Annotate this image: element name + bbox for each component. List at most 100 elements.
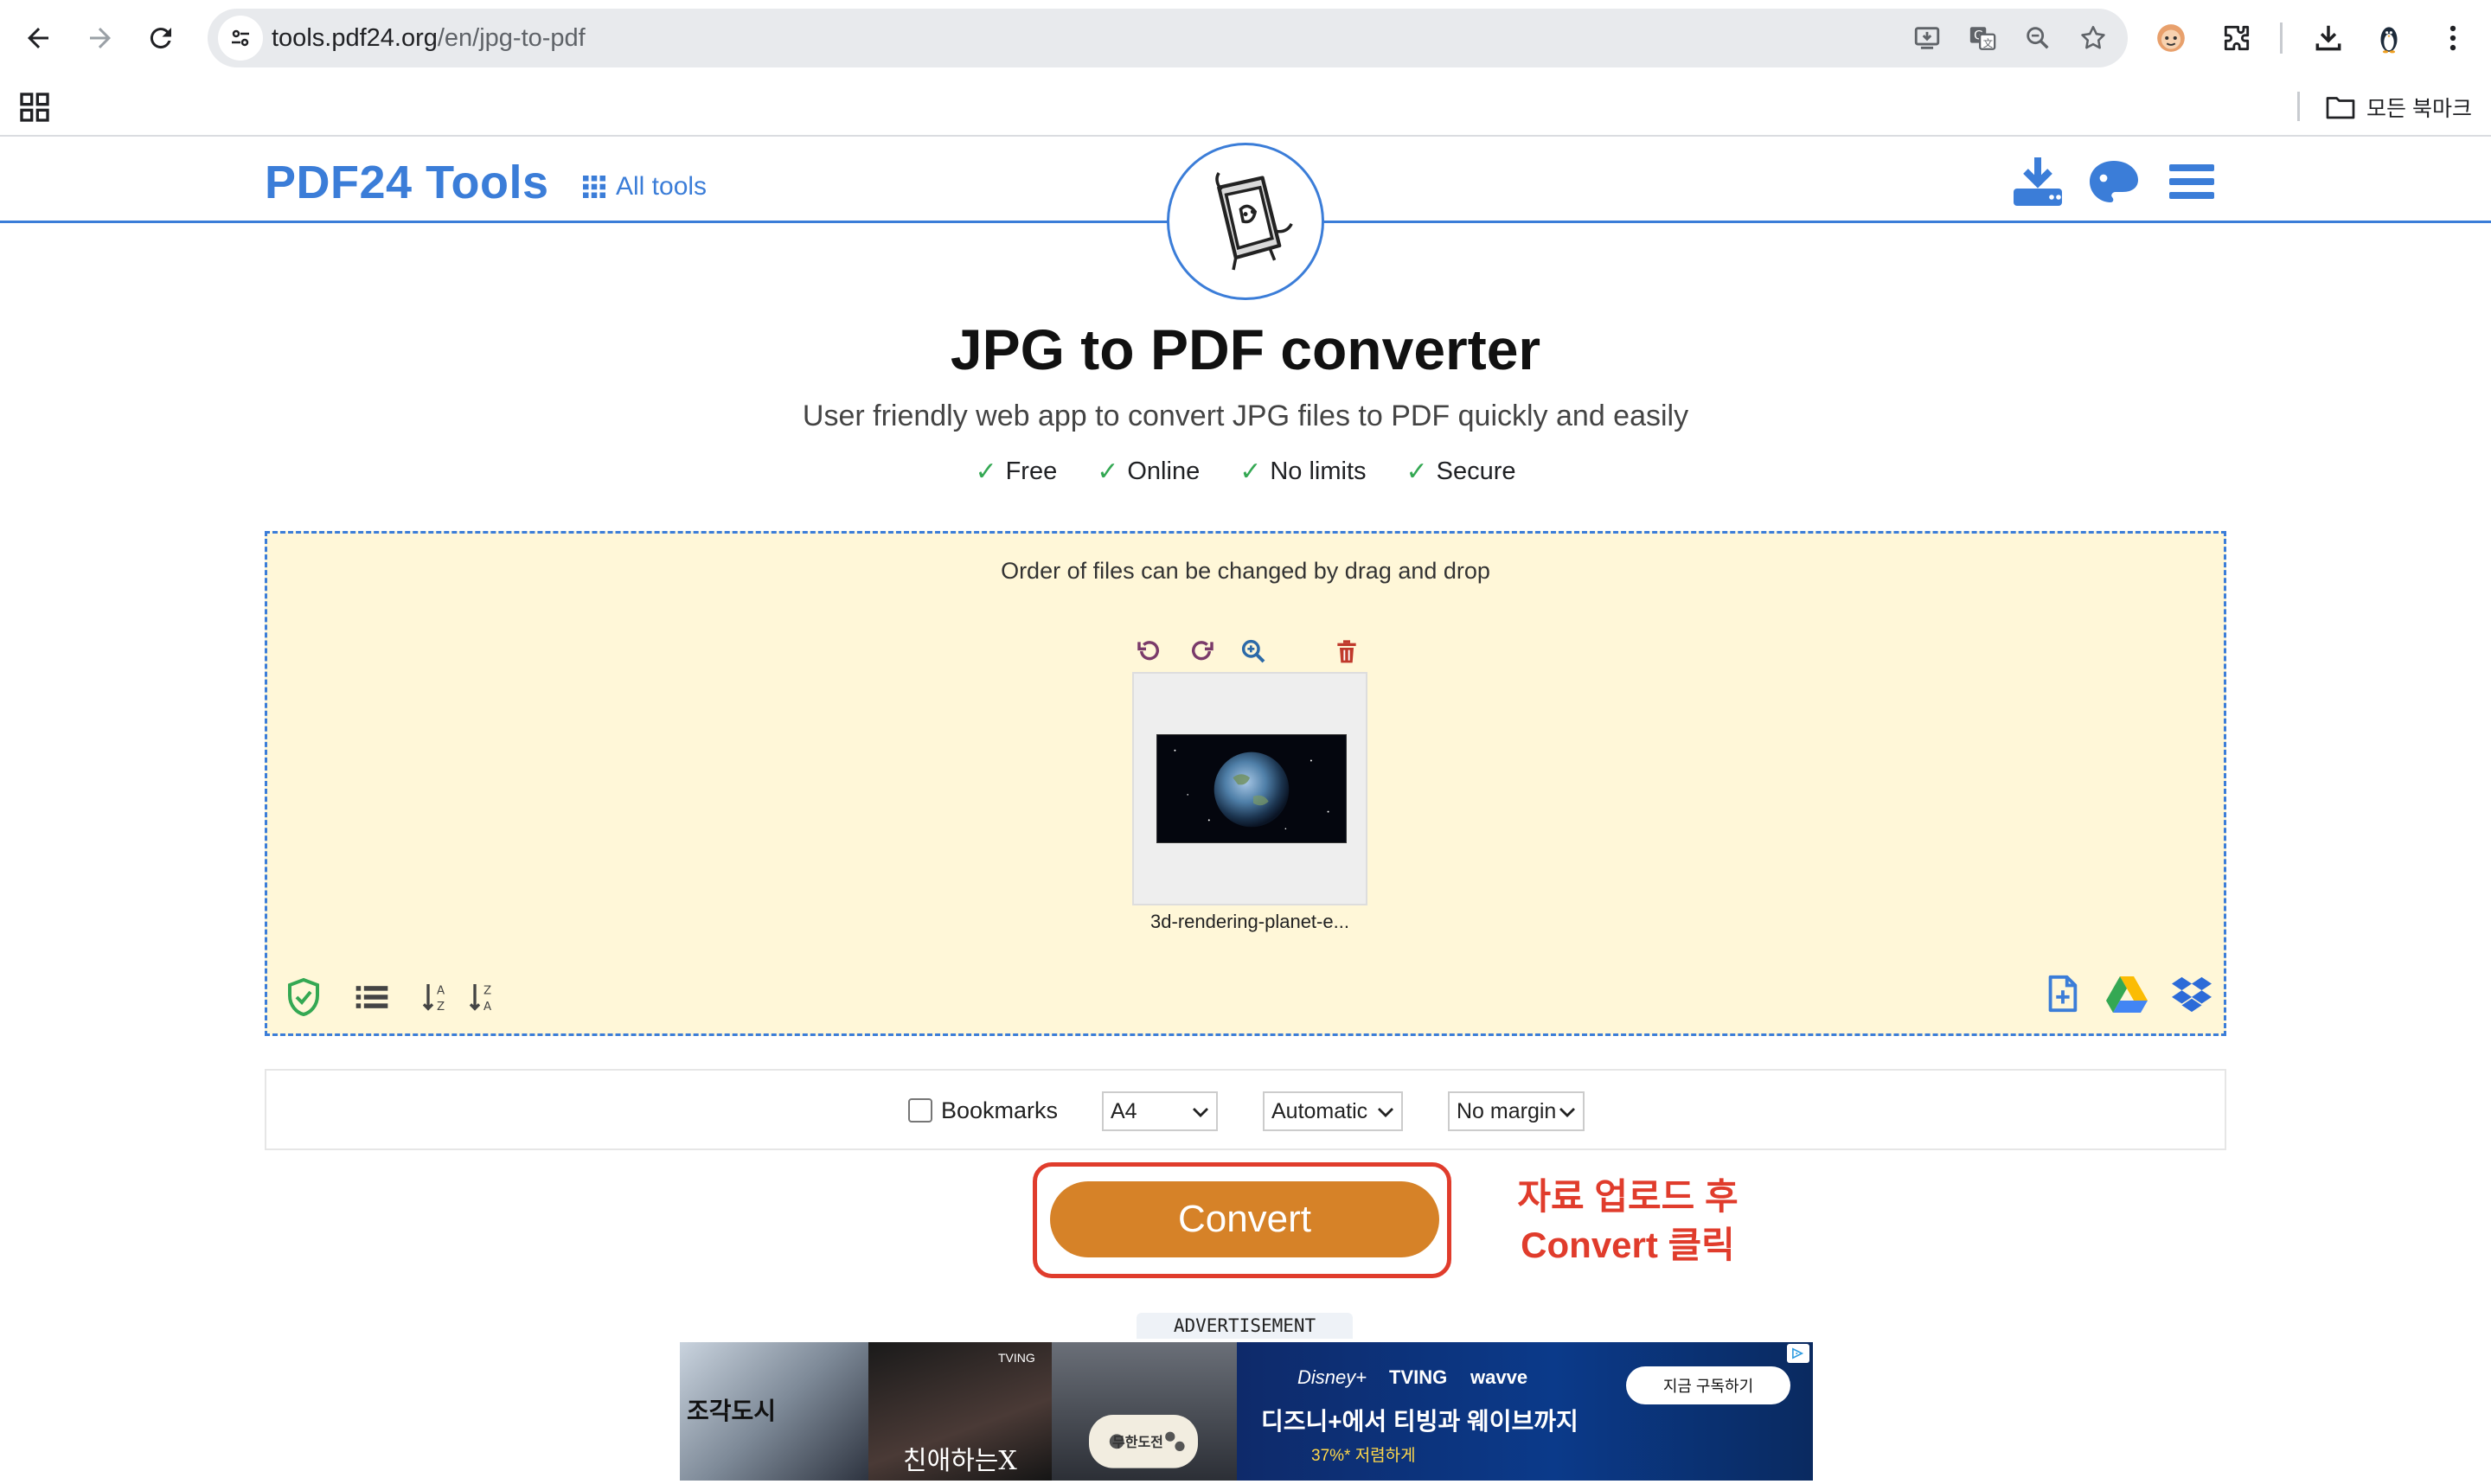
rotate-left-button[interactable]	[1134, 636, 1165, 667]
pdf-mascot-icon	[1215, 172, 1293, 271]
extension-monkey-button[interactable]	[2148, 16, 2193, 61]
google-drive-button[interactable]	[2106, 975, 2148, 1013]
profile-button[interactable]	[2366, 16, 2411, 61]
ad-p1-title: 조각도시	[687, 1398, 777, 1424]
folder-icon	[2326, 97, 2355, 119]
ad-panel-3: 무한도전	[1052, 1342, 1237, 1481]
puzzle-icon	[2224, 25, 2250, 51]
all-bookmarks-folder[interactable]: 모든 북마크	[2325, 88, 2472, 126]
file-thumbnail	[1156, 734, 1347, 843]
annotation-line-2: Convert 클릭	[1521, 1225, 1735, 1265]
mascot-logo[interactable]	[1167, 143, 1324, 300]
ad-subscribe-button[interactable]: 지금 구독하기	[1626, 1366, 1790, 1404]
rotate-left-icon	[1137, 641, 1160, 661]
feature-list: ✓ Free ✓ Online ✓ No limits ✓ Secure	[0, 457, 2491, 487]
margin-select[interactable]: No margin	[1448, 1091, 1585, 1131]
page-size-select[interactable]: A4	[1102, 1091, 1218, 1131]
feature-online: ✓ Online	[1097, 457, 1200, 487]
file-card[interactable]	[1132, 672, 1367, 905]
palette-icon[interactable]	[2086, 154, 2142, 209]
convert-button[interactable]: Convert	[1050, 1181, 1439, 1257]
apps-grid-icon[interactable]	[17, 90, 52, 125]
url-path: /en/jpg-to-pdf	[437, 24, 586, 52]
site-logo[interactable]: PDF24 Tools	[265, 156, 549, 209]
url-text[interactable]: tools.pdf24.org/en/jpg-to-pdf	[272, 9, 586, 67]
download-icon	[2315, 25, 2341, 51]
delete-file-button[interactable]	[1331, 636, 1362, 667]
arrow-left-icon	[28, 28, 48, 48]
browser-toolbar: tools.pdf24.org/en/jpg-to-pdf G文	[0, 0, 2491, 76]
feature-label: No limits	[1270, 457, 1367, 485]
ad-brand-disney: Disney+	[1297, 1366, 1367, 1388]
chrome-menu-button[interactable]	[2430, 16, 2475, 61]
rotate-right-button[interactable]	[1186, 636, 1217, 667]
ad-p3-title: 무한도전	[1112, 1436, 1163, 1450]
margin-value: No margin	[1457, 1098, 1557, 1123]
hamburger-menu-icon[interactable]	[2164, 154, 2219, 209]
sort-za-button[interactable]: ZA	[466, 978, 501, 1016]
feature-label: Online	[1127, 457, 1201, 485]
desktop-download-icon[interactable]	[2010, 154, 2065, 209]
bookmark-star-button[interactable]	[2078, 22, 2109, 54]
ad-headline: 디즈니+에서 티빙과 웨이브까지	[1261, 1408, 1578, 1435]
orientation-select[interactable]: Automatic	[1263, 1091, 1403, 1131]
zoom-button[interactable]	[2022, 22, 2053, 54]
arrow-right-icon	[90, 28, 111, 48]
check-icon: ✓	[975, 457, 997, 486]
svg-text:A: A	[437, 985, 445, 998]
list-view-button[interactable]	[352, 978, 392, 1016]
file-drop-zone[interactable]: Order of files can be changed by drag an…	[265, 531, 2226, 1036]
all-tools-label: All tools	[616, 172, 708, 201]
check-icon: ✓	[1097, 457, 1119, 486]
dropbox-button[interactable]	[2172, 975, 2212, 1013]
page-subtitle: User friendly web app to convert JPG fil…	[802, 400, 1689, 432]
bookmarks-separator	[2297, 92, 2300, 121]
translate-button[interactable]: G文	[1967, 22, 1998, 54]
bookmarks-label: Bookmarks	[941, 1097, 1059, 1123]
chevron-down-icon	[1378, 1108, 1393, 1117]
page-title: JPG to PDF converter	[950, 317, 1541, 381]
address-bar[interactable]: tools.pdf24.org/en/jpg-to-pdf G文	[208, 9, 2128, 67]
install-app-icon	[1914, 27, 1940, 49]
ad-panel-2: TVING 친애하는X	[868, 1342, 1052, 1481]
bookmarks-checkbox[interactable]	[908, 1098, 932, 1123]
toolbar-separator	[2280, 22, 2283, 54]
all-tools-link[interactable]: All tools	[583, 170, 707, 204]
grid-dots-icon	[583, 176, 605, 198]
reload-button[interactable]	[135, 12, 187, 64]
ad-choices-button[interactable]	[1787, 1344, 1809, 1363]
svg-text:Z: Z	[437, 1001, 445, 1014]
add-file-button[interactable]	[2042, 973, 2082, 1014]
penguin-avatar-icon	[2380, 27, 2398, 54]
trash-icon	[1337, 640, 1356, 663]
feature-label: Secure	[1436, 457, 1516, 485]
bookmarks-bar: 모든 북마크	[0, 76, 2491, 137]
sort-za-icon: ZA	[469, 984, 491, 1014]
dropbox-icon	[2172, 976, 2212, 1013]
security-shield-button[interactable]	[283, 975, 324, 1019]
file-name: 3d-rendering-planet-e...	[1150, 911, 1349, 932]
feature-no-limits: ✓ No limits	[1239, 457, 1366, 487]
dropzone-right-tools	[2042, 969, 2212, 1018]
zoom-icon	[2027, 27, 2049, 49]
add-file-icon	[2048, 975, 2078, 1013]
sort-az-button[interactable]: AZ	[419, 978, 454, 1016]
annotation-line-1: 자료 업로드 후	[1517, 1176, 1739, 1217]
downloads-button[interactable]	[2306, 16, 2351, 61]
reload-icon	[150, 28, 171, 49]
forward-button[interactable]	[74, 12, 126, 64]
sort-az-icon: AZ	[422, 984, 445, 1014]
ad-banner[interactable]: 조각도시 TVING 친애하는X 무한도전 Disney+ TVING wavv…	[680, 1342, 1813, 1481]
ad-panel-1: 조각도시	[680, 1342, 868, 1481]
bookmarks-option[interactable]: Bookmarks	[908, 1091, 1058, 1129]
extensions-button[interactable]	[2214, 16, 2259, 61]
dropzone-left-tools: AZ ZA	[283, 973, 501, 1021]
install-app-button[interactable]	[1911, 22, 1943, 54]
site-info-button[interactable]	[218, 16, 263, 61]
zoom-preview-button[interactable]	[1238, 636, 1269, 667]
ad-p2-tag: TVING	[998, 1351, 1035, 1365]
feature-label: Free	[1005, 457, 1058, 485]
bookmark-folder-label: 모든 북마크	[2366, 97, 2472, 121]
translate-icon: G文	[1969, 27, 1996, 50]
back-button[interactable]	[12, 12, 64, 64]
